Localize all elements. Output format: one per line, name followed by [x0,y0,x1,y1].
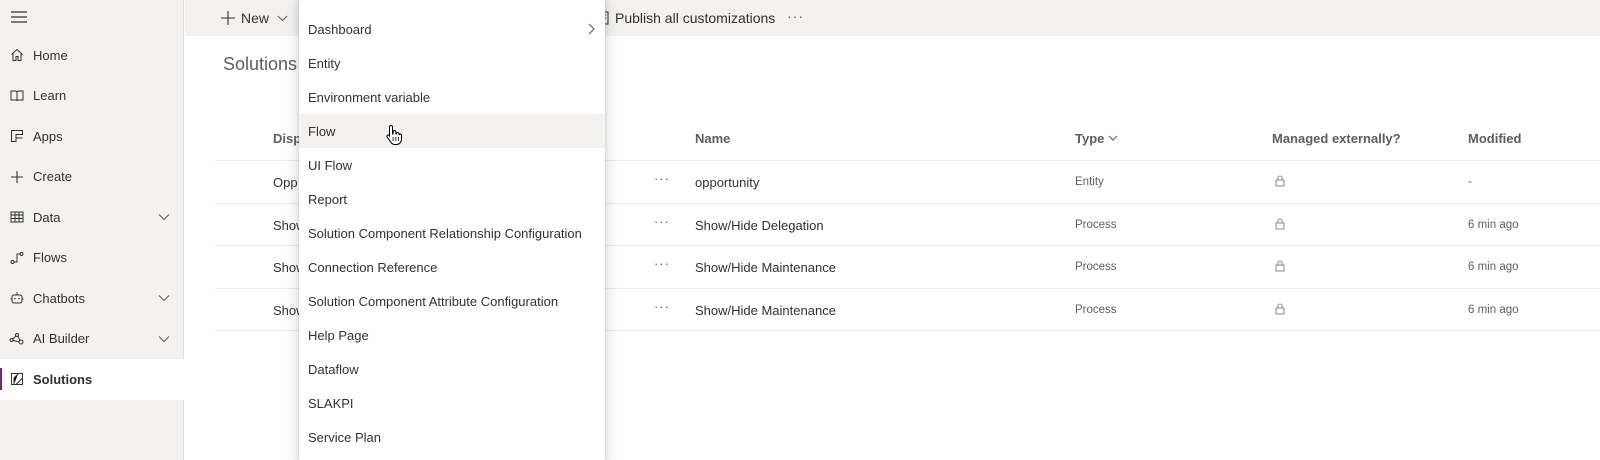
menu-item-connection-reference[interactable]: Connection Reference [299,250,605,284]
sidebar-item-data[interactable]: Data [0,197,184,238]
menu-item-label: Help Page [308,327,369,343]
menu-item-label: Dashboard [308,21,372,37]
cell-type: Process [1075,303,1117,316]
cell-display-name: Opp [273,175,298,190]
more-commands-button[interactable]: ··· [787,8,804,24]
column-header-type-label: Type [1075,131,1105,146]
sidebar-item-label: Learn [33,88,67,104]
menu-item-slakpi[interactable]: SLAKPI [299,386,605,420]
column-header-name[interactable]: Name [695,131,730,146]
sidebar-item-label: Apps [33,128,63,144]
sidebar-item-label: AI Builder [33,331,90,347]
flow-icon [9,250,25,266]
menu-item-label: Service Plan [308,429,381,445]
row-more-button[interactable]: ··· [654,171,670,186]
lock-icon [1275,260,1285,272]
sidebar-item-label: Home [33,47,68,63]
publish-all-label: Publish all customizations [615,10,776,26]
home-icon [9,47,25,63]
ai-builder-icon [9,331,25,347]
menu-item-ui-flow[interactable]: UI Flow [299,148,605,182]
menu-item-flow[interactable]: Flow [299,114,605,148]
menu-item-environment-variable[interactable]: Environment variable [299,80,605,114]
row-more-button[interactable]: ··· [654,299,670,314]
menu-item-dataflow[interactable]: Dataflow [299,352,605,386]
chevron-down-icon[interactable] [158,213,170,221]
cell-type: Process [1075,261,1117,273]
sidebar-item-solutions[interactable]: Solutions [0,359,184,400]
menu-item-solution-component-relationship-configuration[interactable]: Solution Component Relationship Configur… [299,216,605,250]
cell-modified: - [1468,176,1472,188]
menu-item-service-plan[interactable]: Service Plan [299,420,605,454]
menu-item-label: Dataflow [308,361,359,377]
chevron-down-icon [277,15,288,22]
apps-icon [9,128,25,144]
page-title: Solutions [223,54,298,74]
column-header-display-name[interactable]: Disp [273,131,301,146]
sidebar-item-ai-builder[interactable]: AI Builder [0,319,184,360]
cell-modified: 6 min ago [1468,218,1519,231]
row-more-button[interactable]: ··· [654,214,670,229]
sidebar-item-label: Chatbots [33,290,86,306]
sidebar-item-label: Data [33,209,61,225]
column-header-managed-externally[interactable]: Managed externally? [1272,131,1401,146]
sidebar-item-chatbots[interactable]: Chatbots [0,278,184,319]
nav-list: Home Learn Apps Create Data Flows Chatbo… [0,35,184,400]
cell-modified: 6 min ago [1468,261,1519,273]
hand-cursor-icon [386,124,402,146]
sidebar-item-create[interactable]: Create [0,157,184,198]
column-header-type[interactable]: Type [1075,131,1118,146]
sidebar-item-flows[interactable]: Flows [0,238,184,279]
cell-modified: 6 min ago [1468,303,1519,316]
new-dropdown-menu: Dashboard Entity Environment variable Fl… [299,0,605,460]
chevron-down-icon[interactable] [158,294,170,302]
menu-item-label: Flow [308,123,336,139]
book-icon [9,88,25,104]
hamburger-menu-icon[interactable] [8,6,30,28]
cell-name: Show/Hide Maintenance [695,302,836,318]
menu-item-entity[interactable]: Entity [299,46,605,80]
sidebar-item-apps[interactable]: Apps [0,116,184,157]
menu-item-label: Entity [308,55,341,71]
menu-item-label: Solution Component Relationship Configur… [308,225,582,241]
table-icon [9,209,25,225]
menu-item-label: Connection Reference [308,259,438,275]
cell-name: opportunity [695,175,760,190]
menu-item-dashboard[interactable]: Dashboard [299,12,605,46]
menu-item-solution-component-attribute-configuration[interactable]: Solution Component Attribute Configurati… [299,284,605,318]
sidebar-item-label: Solutions [33,371,93,387]
sidebar-item-label: Create [33,169,73,185]
menu-item-label: Environment variable [308,89,431,105]
menu-item-label: Report [308,191,348,207]
sidebar-item-home[interactable]: Home [0,35,184,76]
menu-item-help-page[interactable]: Help Page [299,318,605,352]
menu-item-report[interactable]: Report [299,182,605,216]
menu-item-label: SLAKPI [308,395,354,411]
sidebar-item-learn[interactable]: Learn [0,76,184,117]
new-button[interactable]: New [221,7,288,29]
column-header-modified[interactable]: Modified [1468,131,1521,146]
bot-icon [9,290,25,306]
menu-item-label: UI Flow [308,157,353,173]
cell-name: Show/Hide Delegation [695,217,824,233]
left-navigation: Home Learn Apps Create Data Flows Chatbo… [0,0,184,460]
chevron-down-icon[interactable] [158,335,170,343]
lock-icon [1275,218,1285,230]
chevron-down-icon [1108,135,1118,142]
publish-all-button[interactable]: Publish all customizations [599,7,775,29]
new-button-label: New [241,10,270,26]
cell-type: Entity [1075,176,1104,188]
cell-name: Show/Hide Maintenance [695,260,836,275]
plus-icon [9,169,25,185]
lock-icon [1275,175,1285,187]
lock-icon [1275,303,1285,315]
row-more-button[interactable]: ··· [654,256,670,271]
cell-type: Process [1075,218,1117,231]
solutions-icon [9,371,25,387]
chevron-right-icon [588,23,595,35]
sidebar-item-label: Flows [33,250,67,266]
plus-icon [221,11,235,25]
menu-item-label: Solution Component Attribute Configurati… [308,293,559,309]
